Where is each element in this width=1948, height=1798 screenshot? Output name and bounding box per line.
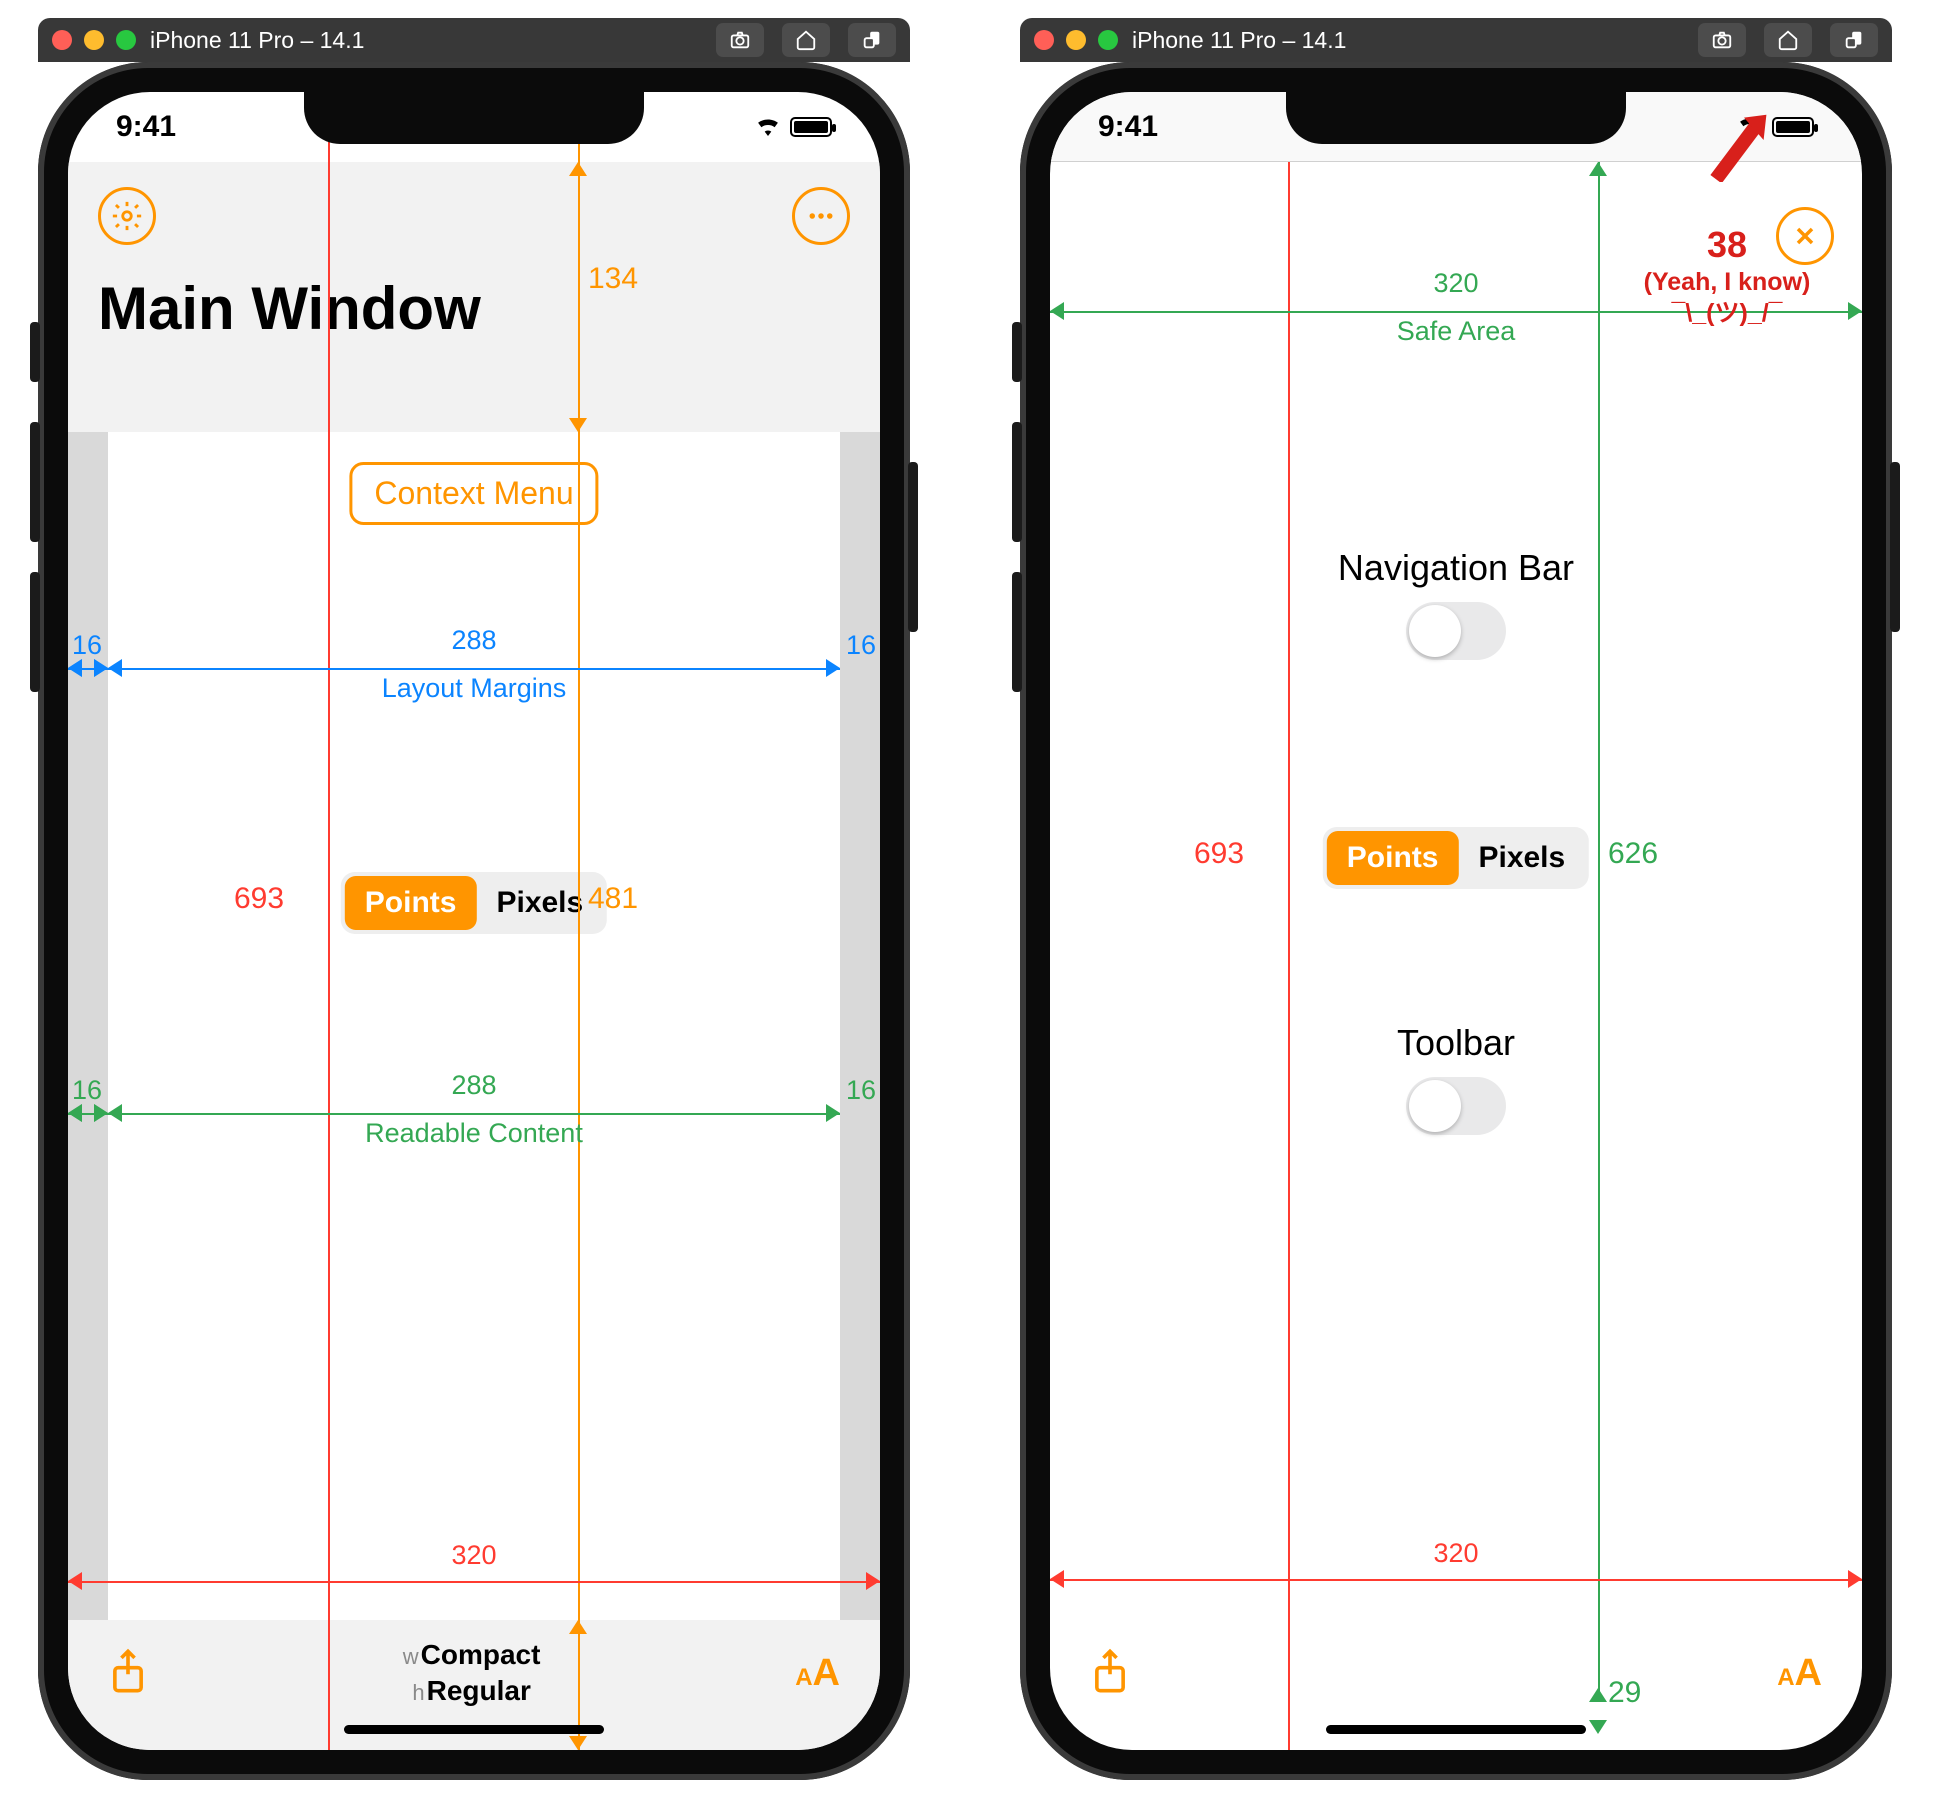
text-size-button[interactable]: AA [1777,1652,1822,1695]
zoom-window-button[interactable] [116,30,136,50]
segment-pixels[interactable]: Pixels [1458,831,1585,885]
titlebar: iPhone 11 Pro – 14.1 [1020,18,1892,62]
notch [304,92,644,144]
minimize-window-button[interactable] [84,30,104,50]
volume-up-button[interactable] [30,422,40,542]
dim-screen-width: 320 [68,1540,880,1571]
mute-switch[interactable] [1012,322,1022,382]
guide-vertical-green [1598,162,1600,1700]
dim-height-orange: 481 [588,882,638,916]
power-button[interactable] [908,462,918,632]
close-window-button[interactable] [1034,30,1054,50]
volume-down-button[interactable] [30,572,40,692]
home-button[interactable] [1764,23,1812,57]
context-menu-button[interactable]: Context Menu [349,462,598,525]
guide-screen-width: 320 [1050,1568,1862,1590]
arrow-safe-area-top [1588,162,1608,192]
dim-height-green: 626 [1608,837,1658,871]
dim-layout-margins-width: 288 [108,625,840,656]
screenshot-button[interactable] [716,23,764,57]
segment-points[interactable]: Points [1327,831,1459,885]
volume-down-button[interactable] [1012,572,1022,692]
page-title: Main Window [98,274,850,343]
home-button[interactable] [782,23,830,57]
titlebar: iPhone 11 Pro – 14.1 [38,18,910,62]
guide-layout-margins: 288 Layout Margins [108,657,840,679]
share-button[interactable] [1090,1648,1130,1699]
phone-screen: 9:41 [68,92,880,1750]
label-navigation-bar: Navigation Bar [1050,547,1862,589]
status-time: 9:41 [116,110,176,144]
annotation-arrow: 38 (Yeah, I know) ¯\_(ツ)_/¯ [1612,172,1842,330]
dim-height-red: 693 [234,882,284,916]
notch [1286,92,1626,144]
annotation-value: 38 [1612,222,1842,267]
wifi-icon [754,112,782,143]
traffic-lights [52,30,136,50]
phone-frame: 9:41 38 (Yeah, I know) [1020,62,1892,1780]
arrow-readable-right [68,1102,108,1124]
navigation-bar: Main Window [68,162,880,432]
minimize-window-button[interactable] [1066,30,1086,50]
guide-readable-content: 288 Readable Content [108,1102,840,1124]
arrow-nav-height [568,162,588,432]
dim-height-red: 693 [1194,837,1244,871]
traffic-lights [1034,30,1118,50]
dim-readable-width: 288 [108,1070,840,1101]
dim-readable-right: 16 [846,1075,876,1106]
mute-switch[interactable] [30,322,40,382]
more-button[interactable] [792,187,850,245]
annotation-joke: (Yeah, I know) [1612,267,1842,298]
home-indicator[interactable] [1326,1725,1586,1734]
dim-screen-width: 320 [1050,1538,1862,1569]
unit-segmented-control[interactable]: Points Pixels [1323,827,1589,889]
switch-navigation-bar[interactable] [1406,602,1506,660]
label-layout-margins: Layout Margins [108,673,840,704]
settings-button[interactable] [98,187,156,245]
simulator-window-right: iPhone 11 Pro – 14.1 9:41 [1020,18,1892,1780]
arrow-bottom-inset [1588,1688,1608,1734]
volume-up-button[interactable] [1012,422,1022,542]
guide-vertical-red [328,92,330,1750]
home-indicator[interactable] [344,1725,604,1734]
label-toolbar: Toolbar [1050,1022,1862,1064]
unit-segmented-control[interactable]: Points Pixels [341,872,607,934]
window-title: iPhone 11 Pro – 14.1 [150,27,364,54]
dim-layout-margin-right: 16 [846,630,876,661]
gutter-left [68,432,108,1620]
arrow-margin-right [68,657,108,679]
simulator-window-left: iPhone 11 Pro – 14.1 9:41 [38,18,910,1780]
gutter-right [840,432,880,1620]
zoom-window-button[interactable] [1098,30,1118,50]
segment-points[interactable]: Points [345,876,477,930]
text-size-button[interactable]: AA [795,1652,840,1695]
status-time: 9:41 [1098,110,1158,144]
power-button[interactable] [1890,462,1900,632]
window-title: iPhone 11 Pro – 14.1 [1132,27,1346,54]
segment-pixels[interactable]: Pixels [476,876,603,930]
rotate-button[interactable] [848,23,896,57]
close-window-button[interactable] [52,30,72,50]
guide-screen-width: 320 [68,1570,880,1592]
share-button[interactable] [108,1648,148,1699]
battery-icon [1772,117,1814,137]
dim-nav-height: 134 [588,262,638,296]
annotation-shrug: ¯\_(ツ)_/¯ [1612,298,1842,329]
battery-icon [790,117,832,137]
label-readable-content: Readable Content [108,1118,840,1149]
size-classes: wCompact hRegular [403,1637,541,1710]
rotate-button[interactable] [1830,23,1878,57]
phone-screen: 9:41 38 (Yeah, I know) [1050,92,1862,1750]
content-area: Context Menu 288 Layout Margins 16 16 Po… [68,432,880,1620]
screenshot-button[interactable] [1698,23,1746,57]
phone-frame: 9:41 [38,62,910,1780]
switch-toolbar[interactable] [1406,1077,1506,1135]
